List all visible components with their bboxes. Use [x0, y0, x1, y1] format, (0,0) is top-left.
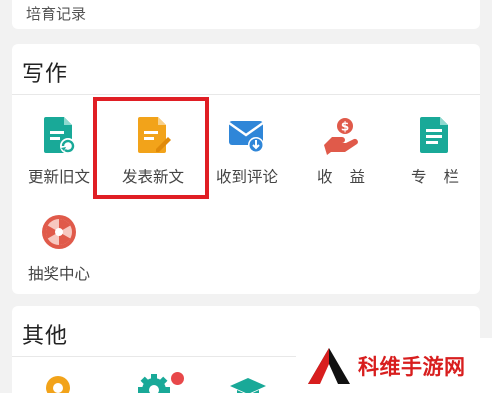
income-button[interactable]: $ 收 益 — [294, 95, 388, 191]
watermark-text: 科维手游网 — [358, 354, 466, 379]
column-label: 专 栏 — [411, 168, 465, 186]
lottery-center-button[interactable]: 抽奖中心 — [12, 192, 106, 288]
publish-new-article-label: 发表新文 — [121, 168, 184, 186]
income-label: 收 益 — [317, 168, 371, 186]
update-old-article-label: 更新旧文 — [27, 168, 90, 186]
svg-text:$: $ — [341, 120, 349, 134]
publish-new-article-button[interactable]: 发表新文 — [106, 95, 200, 191]
lottery-wheel-icon — [42, 215, 76, 249]
update-article-icon — [44, 117, 76, 154]
other-section-title: 其他 — [22, 324, 69, 349]
cultivation-record-link[interactable]: 培育记录 — [26, 3, 86, 24]
write-section-card: 写作 更新旧文 发表新文 收到评论 $ 收 益 专 栏 抽奖中心 — [12, 44, 480, 294]
column-button[interactable]: 专 栏 — [388, 95, 482, 191]
watermark-logo-icon — [308, 347, 350, 384]
column-doc-icon — [420, 117, 448, 153]
new-article-icon — [138, 117, 171, 153]
lottery-center-label: 抽奖中心 — [27, 265, 90, 283]
graduation-cap-icon[interactable] — [228, 376, 268, 393]
income-hand-icon: $ — [324, 118, 358, 155]
comment-mail-icon — [228, 121, 264, 153]
update-old-article-button[interactable]: 更新旧文 — [12, 95, 106, 191]
write-section-title: 写作 — [22, 62, 69, 87]
watermark: 科维手游网 — [296, 338, 492, 393]
notification-dot — [171, 372, 184, 385]
received-comments-label: 收到评论 — [215, 168, 278, 186]
location-pin-icon[interactable] — [40, 374, 76, 393]
previous-section-card: 培育记录 — [12, 0, 480, 29]
settings-gear-icon[interactable] — [136, 372, 176, 393]
received-comments-button[interactable]: 收到评论 — [200, 95, 294, 191]
